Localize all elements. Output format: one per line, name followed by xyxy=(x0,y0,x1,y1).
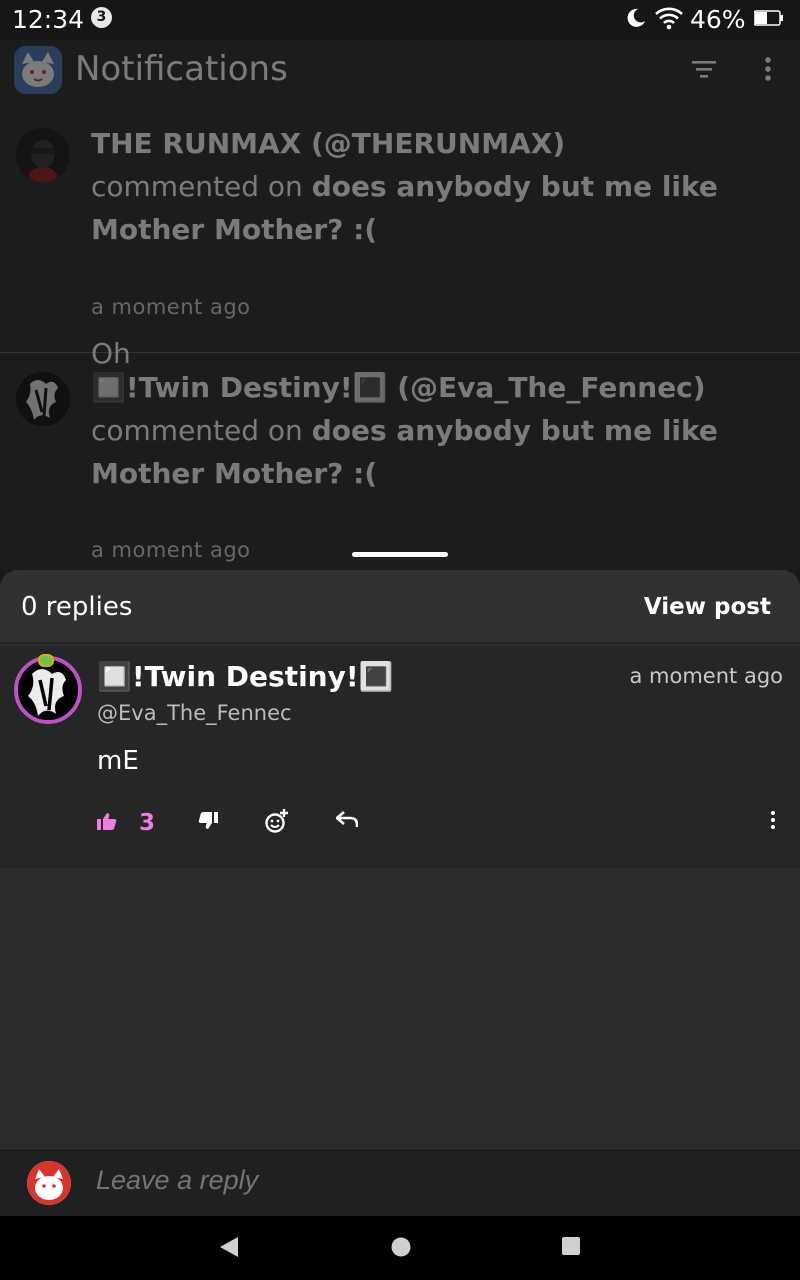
notification-action: commented on xyxy=(91,170,312,203)
replies-sheet: 0 replies View post 🔲!Twin Destiny!🔳 @Ev… xyxy=(0,570,800,1148)
recents-icon[interactable] xyxy=(561,1236,581,1256)
app-bar: Notifications xyxy=(0,40,800,104)
comment-author-handle[interactable]: @Eva_The_Fennec xyxy=(97,701,292,725)
avatar-frog-badge-icon xyxy=(38,654,54,667)
more-vertical-icon[interactable] xyxy=(762,56,774,82)
add-reaction-icon[interactable] xyxy=(264,808,290,834)
like-count: 3 xyxy=(139,810,156,836)
comment-time: a moment ago xyxy=(629,664,784,688)
current-user-avatar xyxy=(27,1161,71,1205)
battery-icon xyxy=(754,10,783,26)
status-notification-count: 3 xyxy=(91,7,112,28)
page-title: Notifications xyxy=(75,49,288,89)
filter-icon[interactable] xyxy=(690,58,718,80)
view-post-button[interactable]: View post xyxy=(644,594,771,620)
notification-item[interactable]: THE RUNMAX (@THERUNMAX) commented on doe… xyxy=(0,112,800,370)
comment-body: mE xyxy=(97,746,139,776)
battery-percent: 46% xyxy=(690,5,746,34)
avatar xyxy=(16,372,70,426)
comment-author-name[interactable]: 🔲!Twin Destiny!🔳 xyxy=(97,660,394,693)
notification-text: THE RUNMAX (@THERUNMAX) commented on doe… xyxy=(91,122,731,251)
notification-action: commented on xyxy=(91,414,312,447)
reply-bar xyxy=(0,1148,800,1216)
more-vertical-icon[interactable] xyxy=(769,810,777,830)
notification-item[interactable]: 🔲!Twin Destiny!🔳 (@Eva_The_Fennec) comme… xyxy=(0,354,800,570)
thumbs-up-icon[interactable] xyxy=(97,812,117,830)
notifications-page: Notifications THE RUNMAX (@THERUNMAX) co… xyxy=(0,40,800,570)
status-time: 12:34 xyxy=(12,5,85,34)
back-icon[interactable] xyxy=(219,1236,239,1258)
wifi-icon xyxy=(655,7,683,30)
notification-text: 🔲!Twin Destiny!🔳 (@Eva_The_Fennec) comme… xyxy=(91,366,731,495)
avatar xyxy=(16,128,70,182)
notification-time: a moment ago xyxy=(91,538,251,562)
dimmed-content: Notifications THE RUNMAX (@THERUNMAX) co… xyxy=(0,40,800,570)
sheet-drag-handle[interactable] xyxy=(352,552,448,557)
comment-actions: 3 xyxy=(0,806,800,846)
system-nav-bar xyxy=(0,1216,800,1280)
status-bar: 12:34 3 46% xyxy=(0,0,800,40)
notification-author[interactable]: THE RUNMAX (@THERUNMAX) xyxy=(91,127,565,160)
replies-count: 0 replies xyxy=(21,592,133,622)
comment: 🔲!Twin Destiny!🔳 @Eva_The_Fennec a momen… xyxy=(0,646,800,868)
reply-arrow-icon[interactable] xyxy=(336,810,358,828)
notification-author[interactable]: 🔲!Twin Destiny!🔳 (@Eva_The_Fennec) xyxy=(91,371,706,404)
empty-replies-area xyxy=(0,868,800,1148)
notification-time: a moment ago xyxy=(91,295,251,319)
thumbs-down-icon[interactable] xyxy=(198,812,218,830)
sheet-header: 0 replies View post xyxy=(0,570,800,644)
app-logo-icon[interactable] xyxy=(14,46,62,94)
reply-input[interactable] xyxy=(96,1165,696,1196)
home-icon[interactable] xyxy=(390,1236,412,1258)
do-not-disturb-moon-icon xyxy=(627,8,645,27)
